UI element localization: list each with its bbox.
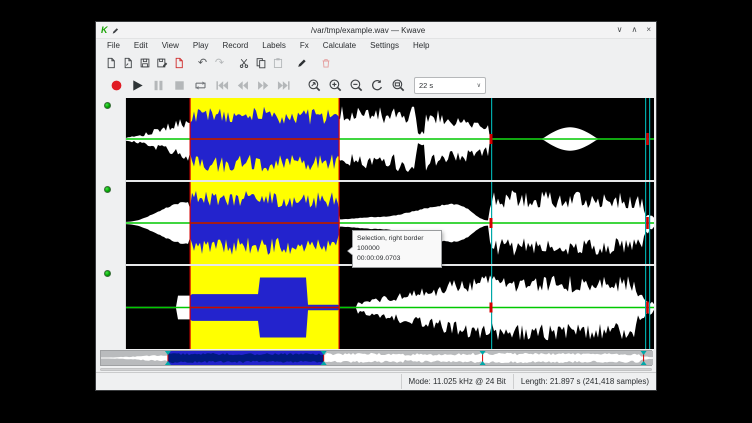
- skip-start-icon: [214, 78, 229, 93]
- file-save-button[interactable]: [136, 55, 153, 71]
- stop-button[interactable]: [169, 75, 190, 96]
- titlebar[interactable]: K /var/tmp/example.wav — Kwave ∨ ∧ ×: [96, 22, 656, 39]
- copy-icon: [255, 57, 267, 69]
- zoom-to-selection-button[interactable]: [304, 75, 325, 96]
- zoom-all-icon: [391, 78, 406, 93]
- minimize-button[interactable]: ∨: [617, 22, 623, 38]
- play-icon: [130, 78, 145, 93]
- file-save-as-button[interactable]: [153, 55, 170, 71]
- main-toolbar: ↶↷: [96, 53, 656, 72]
- statusbar: Mode: 11.025 kHz @ 24 Bit Length: 21.897…: [96, 372, 656, 390]
- track-3-waveform[interactable]: [126, 266, 654, 349]
- menu-file[interactable]: File: [100, 39, 127, 53]
- desktop-background: K /var/tmp/example.wav — Kwave ∨ ∧ × FileE…: [0, 0, 752, 423]
- file-close-button[interactable]: [170, 55, 187, 71]
- track-3-enabled-led[interactable]: [104, 270, 111, 277]
- window-title: /var/tmp/example.wav — Kwave: [124, 26, 613, 35]
- zoom-out-icon: [349, 78, 364, 93]
- pause-button[interactable]: [148, 75, 169, 96]
- track-1-waveform[interactable]: [126, 98, 654, 180]
- save-as-icon: [156, 57, 168, 69]
- zoom-combo-value: 22 s: [419, 81, 433, 90]
- save-icon: [139, 57, 151, 69]
- menu-view[interactable]: View: [155, 39, 186, 53]
- menu-help[interactable]: Help: [406, 39, 436, 53]
- zoom-in-button[interactable]: [325, 75, 346, 96]
- track-controls-strip: [96, 98, 126, 349]
- menu-record[interactable]: Record: [215, 39, 255, 53]
- menu-labels[interactable]: Labels: [255, 39, 293, 53]
- overview-bar[interactable]: [100, 350, 652, 366]
- undo-icon: ↶: [198, 57, 207, 69]
- forward-button[interactable]: [253, 75, 274, 96]
- zoom-selection-icon: [307, 78, 322, 93]
- zoom-to-100-button[interactable]: [367, 75, 388, 96]
- file-open-button[interactable]: [119, 55, 136, 71]
- kwave-window: K /var/tmp/example.wav — Kwave ∨ ∧ × FileE…: [96, 22, 656, 390]
- tooltip-title: Selection, right border: [357, 234, 437, 244]
- pen-icon: [296, 57, 308, 69]
- record-icon: [109, 78, 124, 93]
- menubar: FileEditViewPlayRecordLabelsFxCalculateS…: [96, 39, 656, 53]
- menu-play[interactable]: Play: [186, 39, 216, 53]
- delete-button[interactable]: [317, 55, 334, 71]
- loop-button[interactable]: [190, 75, 211, 96]
- draw-button[interactable]: [293, 55, 310, 71]
- horizontal-scrollbar[interactable]: [100, 368, 652, 371]
- rewind-button[interactable]: [232, 75, 253, 96]
- zoom-all-button[interactable]: [388, 75, 409, 96]
- play-button[interactable]: [127, 75, 148, 96]
- skip-to-start-button[interactable]: [211, 75, 232, 96]
- record-button[interactable]: [106, 75, 127, 96]
- paste-icon: [272, 57, 284, 69]
- zoom-reset-icon: [370, 78, 385, 93]
- zoom-out-button[interactable]: [346, 75, 367, 96]
- chevron-down-icon: ∨: [477, 82, 481, 89]
- zoom-combo[interactable]: 22 s ∨: [414, 77, 486, 94]
- menu-calculate[interactable]: Calculate: [316, 39, 363, 53]
- cut-button[interactable]: [235, 55, 252, 71]
- tooltip-time: 00:00:09.0703: [357, 254, 437, 264]
- zoom-in-icon: [328, 78, 343, 93]
- pin-icon: [111, 26, 120, 35]
- loop-icon: [193, 78, 208, 93]
- stop-icon: [172, 78, 187, 93]
- close-button[interactable]: ×: [646, 22, 651, 38]
- menu-fx[interactable]: Fx: [293, 39, 316, 53]
- forward-icon: [256, 78, 271, 93]
- maximize-button[interactable]: ∧: [631, 22, 637, 38]
- selection-tooltip: Selection, right border 100000 00:00:09.…: [352, 230, 442, 268]
- tracks-container: [126, 98, 654, 349]
- pause-icon: [151, 78, 166, 93]
- track-1-enabled-led[interactable]: [104, 102, 111, 109]
- signal-area: [96, 98, 656, 349]
- menu-settings[interactable]: Settings: [363, 39, 406, 53]
- doc-open-icon: [122, 57, 134, 69]
- cut-icon: [238, 57, 250, 69]
- rewind-icon: [235, 78, 250, 93]
- trash-icon: [320, 57, 332, 69]
- undo-button[interactable]: ↶: [194, 55, 211, 71]
- doc-close-icon: [173, 57, 185, 69]
- playback-toolbar: 22 s ∨: [96, 72, 656, 98]
- paste-button[interactable]: [269, 55, 286, 71]
- skip-end-icon: [277, 78, 292, 93]
- skip-to-end-button[interactable]: [274, 75, 295, 96]
- doc-new-icon: [105, 57, 117, 69]
- tooltip-samples: 100000: [357, 244, 437, 254]
- redo-button[interactable]: ↷: [211, 55, 228, 71]
- status-mode: Mode: 11.025 kHz @ 24 Bit: [401, 374, 513, 389]
- redo-icon: ↷: [215, 57, 224, 69]
- menu-edit[interactable]: Edit: [127, 39, 155, 53]
- status-length: Length: 21.897 s (241,418 samples): [513, 374, 656, 389]
- track-2-enabled-led[interactable]: [104, 186, 111, 193]
- copy-button[interactable]: [252, 55, 269, 71]
- kwave-app-icon: K: [101, 22, 108, 38]
- file-new-button[interactable]: [102, 55, 119, 71]
